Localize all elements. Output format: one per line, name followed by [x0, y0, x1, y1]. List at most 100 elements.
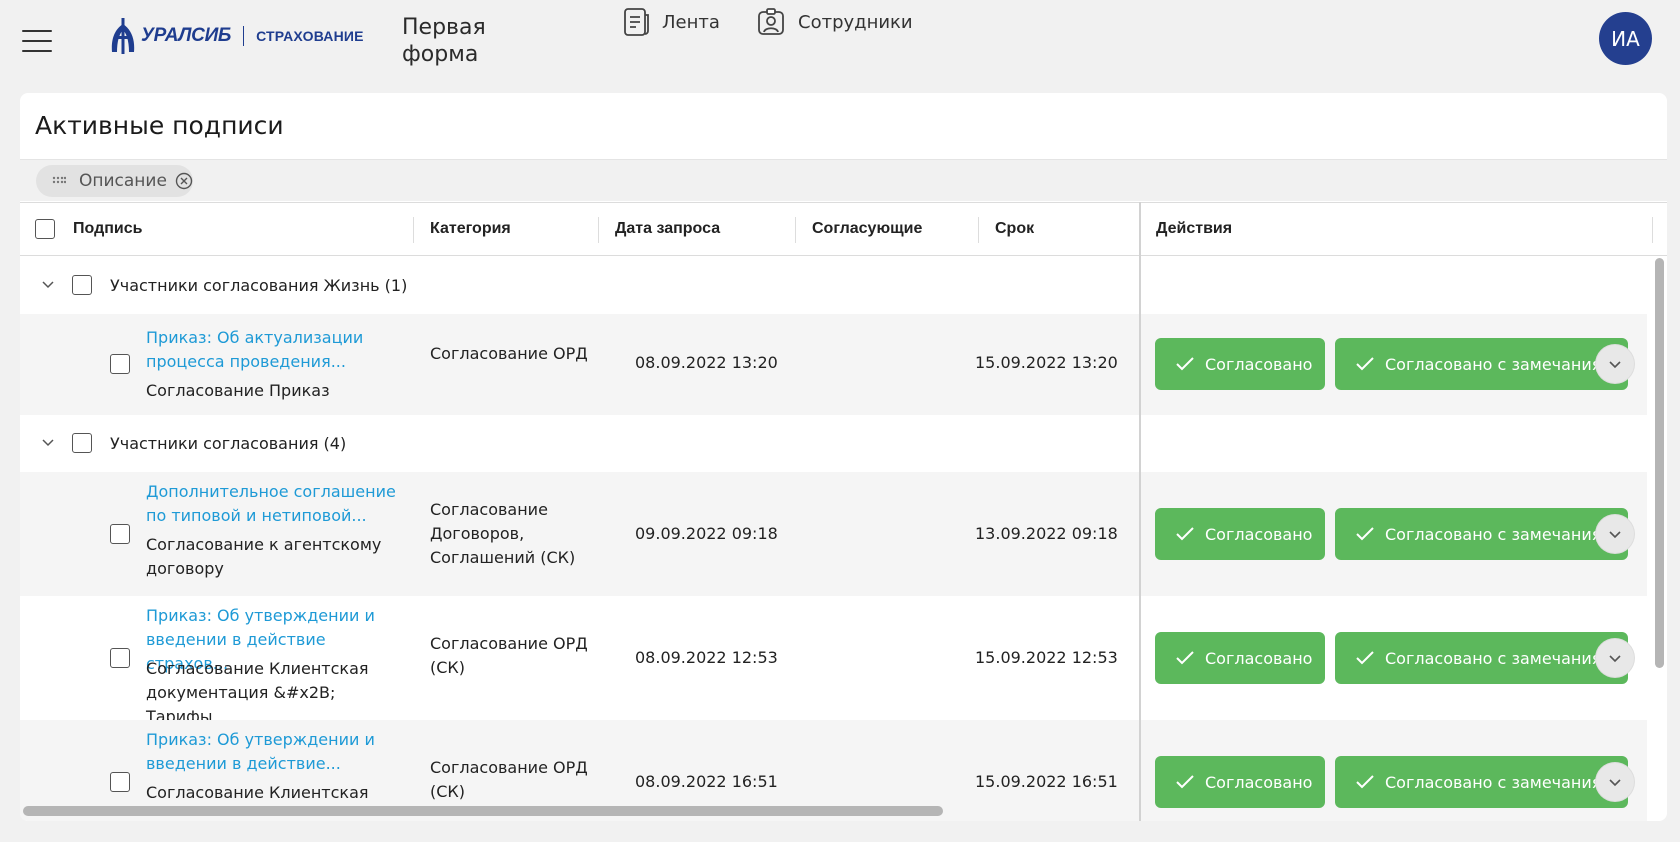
column-header-signature[interactable]: Подпись — [73, 203, 142, 255]
document-subtitle: Согласование Клиентская документация &#x… — [146, 659, 369, 726]
category-cell: Согласование ОРД (СК) — [430, 758, 588, 801]
chevron-down-icon — [1609, 779, 1621, 787]
document-icon — [624, 8, 649, 36]
column-divider[interactable] — [413, 217, 414, 243]
category-cell: Согласование Договоров, Соглашений (СК) — [430, 500, 576, 567]
logo-divider — [243, 26, 245, 46]
nav-employees[interactable]: Сотрудники — [756, 6, 913, 38]
check-icon — [1176, 527, 1194, 541]
request-date-cell: 08.09.2022 16:51 — [635, 772, 778, 791]
approve-with-remarks-label: Согласовано с замечаниями — [1385, 648, 1624, 668]
category-cell: Согласование ОРД (СК) — [430, 634, 588, 677]
table-row[interactable]: Дополнительное соглашение по типовой и н… — [20, 472, 1647, 596]
more-actions-dropdown[interactable] — [1596, 763, 1634, 801]
menu-icon[interactable] — [22, 30, 52, 52]
approve-with-remarks-button[interactable]: Согласовано с замечаниями — [1335, 508, 1628, 560]
column-header-category[interactable]: Категория — [430, 203, 511, 255]
approve-button-label: Согласовано — [1205, 524, 1313, 544]
document-subtitle: Согласование к агентскому договору — [146, 535, 382, 578]
top-bar: УРАЛСИБ СТРАХОВАНИЕ Первая форма Лента С… — [0, 0, 1680, 92]
approve-button-label: Согласовано — [1205, 772, 1313, 792]
column-header-request-date[interactable]: Дата запроса — [615, 203, 720, 255]
approve-button[interactable]: Согласовано — [1155, 756, 1325, 808]
chevron-down-icon — [1609, 361, 1621, 369]
drag-handle-icon[interactable] — [52, 176, 66, 186]
group-chip-description[interactable]: Описание — [36, 165, 193, 197]
column-divider[interactable] — [1652, 217, 1653, 243]
more-actions-dropdown[interactable] — [1596, 639, 1634, 677]
nav-employees-label: Сотрудники — [798, 11, 913, 33]
row-checkbox[interactable] — [110, 772, 130, 792]
approve-button-label: Согласовано — [1205, 648, 1313, 668]
chevron-down-icon[interactable] — [39, 275, 57, 293]
row-checkbox[interactable] — [110, 354, 130, 374]
select-all-checkbox[interactable] — [35, 219, 55, 239]
more-actions-dropdown[interactable] — [1596, 515, 1634, 553]
chevron-down-icon — [1609, 531, 1621, 539]
document-link[interactable]: Приказ: Об утверждении и введении в дейс… — [146, 728, 401, 776]
row-checkbox[interactable] — [110, 648, 130, 668]
group-chip-label: Описание — [79, 171, 167, 191]
approve-with-remarks-button[interactable]: Согласовано с замечаниями — [1335, 338, 1628, 390]
check-icon — [1176, 651, 1194, 665]
document-link[interactable]: Приказ: Об актуализации процесса проведе… — [146, 326, 401, 374]
approve-button[interactable]: Согласовано — [1155, 632, 1325, 684]
group-checkbox[interactable] — [72, 275, 92, 295]
table-row[interactable]: Приказ: Об утверждении и введении в дейс… — [20, 596, 1647, 726]
column-divider[interactable] — [598, 217, 599, 243]
group-row[interactable]: Участники согласования Жизнь (1) — [20, 257, 1647, 314]
logo-emblem-icon — [111, 18, 135, 54]
grouping-bar: Описание — [20, 159, 1667, 201]
approve-with-remarks-label: Согласовано с замечаниями — [1385, 524, 1624, 544]
vertical-scrollbar[interactable] — [1655, 258, 1664, 668]
column-header-actions[interactable]: Действия — [1156, 203, 1232, 255]
chevron-down-icon — [1609, 655, 1621, 663]
group-label: Участники согласования (4) — [110, 434, 347, 453]
group-checkbox[interactable] — [72, 433, 92, 453]
approve-button[interactable]: Согласовано — [1155, 338, 1325, 390]
app-title: Первая форма — [402, 15, 486, 67]
logo-wordmark: УРАЛСИБ — [141, 25, 232, 46]
row-checkbox[interactable] — [110, 524, 130, 544]
request-date-cell: 08.09.2022 12:53 — [635, 648, 778, 667]
column-divider[interactable] — [795, 217, 796, 243]
group-row[interactable]: Участники согласования (4) — [20, 415, 1647, 472]
remove-chip-icon[interactable] — [175, 172, 193, 190]
approve-with-remarks-label: Согласовано с замечаниями — [1385, 772, 1624, 792]
pinned-column-divider — [1139, 202, 1141, 821]
due-date-cell: 15.09.2022 12:53 — [975, 648, 1118, 667]
more-actions-dropdown[interactable] — [1596, 345, 1634, 383]
table-row[interactable]: Приказ: Об актуализации процесса проведе… — [20, 314, 1647, 415]
due-date-cell: 15.09.2022 13:20 — [975, 353, 1118, 372]
chevron-down-icon[interactable] — [39, 433, 57, 451]
nav-feed[interactable]: Лента — [622, 6, 720, 38]
category-cell: Согласование ОРД — [430, 344, 588, 363]
due-date-cell: 13.09.2022 09:18 — [975, 524, 1118, 543]
check-icon — [1176, 357, 1194, 371]
document-subtitle: Согласование Клиентская — [146, 783, 369, 802]
approve-with-remarks-button[interactable]: Согласовано с замечаниями — [1335, 632, 1628, 684]
approve-with-remarks-button[interactable]: Согласовано с замечаниями — [1335, 756, 1628, 808]
logo-subtitle: СТРАХОВАНИЕ — [256, 28, 364, 44]
approve-with-remarks-label: Согласовано с замечаниями — [1385, 354, 1624, 374]
active-signatures-panel: Активные подписи Описание Подпись Катего… — [20, 93, 1667, 821]
check-icon — [1176, 775, 1194, 789]
document-link[interactable]: Дополнительное соглашение по типовой и н… — [146, 480, 401, 528]
check-icon — [1356, 527, 1374, 541]
user-avatar[interactable]: ИА — [1599, 12, 1652, 65]
horizontal-scrollbar[interactable] — [23, 806, 943, 816]
check-icon — [1356, 651, 1374, 665]
nav-feed-label: Лента — [662, 11, 720, 33]
request-date-cell: 08.09.2022 13:20 — [635, 353, 778, 372]
check-icon — [1356, 775, 1374, 789]
due-date-cell: 15.09.2022 16:51 — [975, 772, 1118, 791]
column-divider[interactable] — [978, 217, 979, 243]
request-date-cell: 09.09.2022 09:18 — [635, 524, 778, 543]
page-title: Активные подписи — [35, 111, 284, 140]
company-logo[interactable]: УРАЛСИБ СТРАХОВАНИЕ — [108, 16, 364, 56]
column-header-due[interactable]: Срок — [995, 203, 1034, 255]
table-header: Подпись Категория Дата запроса Согласующ… — [20, 202, 1667, 256]
approve-button-label: Согласовано — [1205, 354, 1313, 374]
approve-button[interactable]: Согласовано — [1155, 508, 1325, 560]
column-header-approvers[interactable]: Согласующие — [812, 203, 922, 255]
